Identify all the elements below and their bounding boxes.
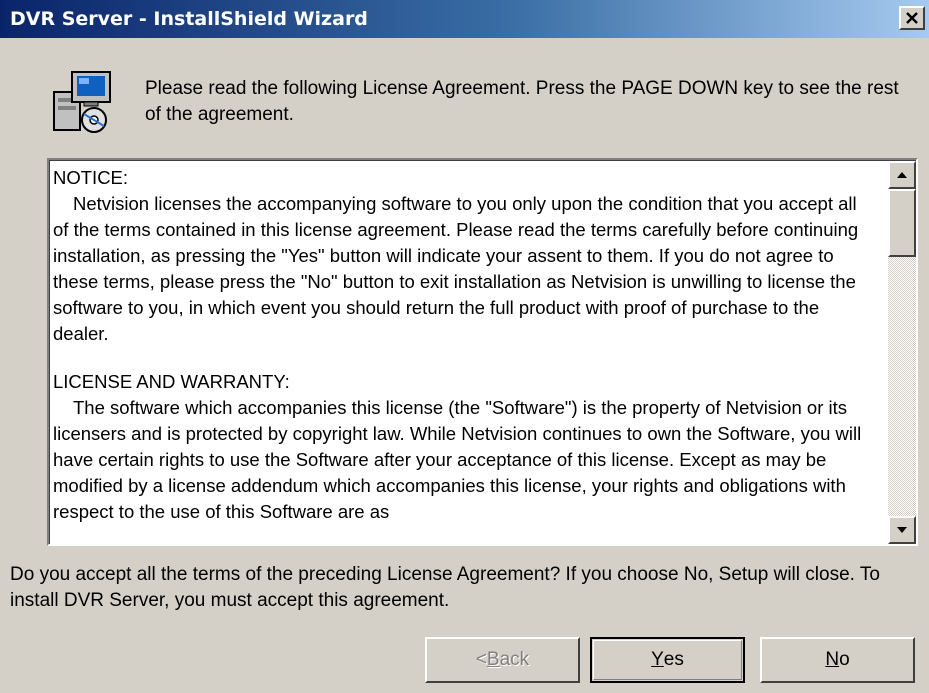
notice-body: Netvision licenses the accompanying soft… <box>53 191 868 347</box>
back-mnemonic: B <box>486 649 500 670</box>
yes-button[interactable]: Yes <box>590 637 745 683</box>
setup-computer-icon <box>53 71 111 133</box>
warranty-heading: LICENSE AND WARRANTY: <box>53 371 290 392</box>
yes-label-rest: es <box>663 649 684 670</box>
scroll-down-button[interactable] <box>888 516 916 544</box>
no-label-rest: o <box>839 649 850 670</box>
notice-heading: NOTICE: <box>53 167 129 188</box>
no-button[interactable]: No <box>760 637 915 683</box>
scroll-up-button[interactable] <box>888 161 916 189</box>
warranty-body: The software which accompanies this lice… <box>53 395 868 525</box>
vertical-scrollbar[interactable] <box>888 161 916 544</box>
no-mnemonic: N <box>825 649 840 670</box>
yes-mnemonic: Y <box>651 649 664 670</box>
close-button[interactable] <box>899 6 925 30</box>
license-text: NOTICE: Netvision licenses the accompany… <box>53 165 868 525</box>
close-icon <box>906 12 918 24</box>
back-button[interactable]: < Back <box>425 637 580 683</box>
scroll-thumb[interactable] <box>888 189 916 257</box>
window-title: DVR Server - InstallShield Wizard <box>10 8 368 30</box>
notice-body-text: Netvision licenses the accompanying soft… <box>53 193 859 344</box>
instruction-text: Please read the following License Agreem… <box>145 78 899 125</box>
title-bar[interactable]: DVR Server - InstallShield Wizard <box>0 0 929 38</box>
license-agreement-box[interactable]: NOTICE: Netvision licenses the accompany… <box>47 158 918 546</box>
arrow-up-icon <box>897 172 907 178</box>
accept-question: Do you accept all the terms of the prece… <box>10 564 880 611</box>
back-label-rest: ack <box>499 649 530 670</box>
back-prefix: < <box>475 649 487 670</box>
warranty-body-text: The software which accompanies this lice… <box>53 397 862 522</box>
arrow-down-icon <box>897 527 907 533</box>
